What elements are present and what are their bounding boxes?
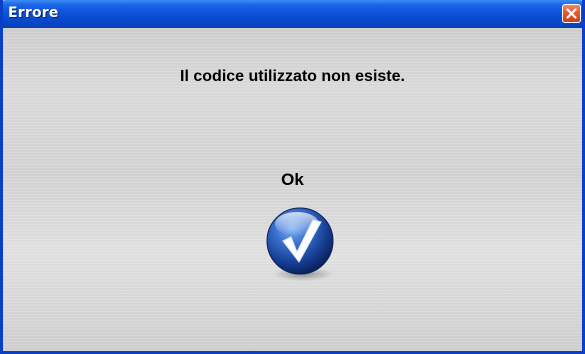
ok-label: Ok [281,170,304,189]
title-bar[interactable]: Errore [3,0,582,28]
dialog-body: Il codice utilizzato non esiste. Ok [3,28,582,351]
window-title: Errore [8,5,59,21]
close-icon [566,8,577,19]
close-button[interactable] [562,4,581,23]
error-dialog-window: Errore Il codice utilizzato non esiste. … [0,0,585,354]
ok-button[interactable] [261,204,339,282]
checkmark-icon [266,207,334,281]
error-message: Il codice utilizzato non esiste. [180,68,405,85]
